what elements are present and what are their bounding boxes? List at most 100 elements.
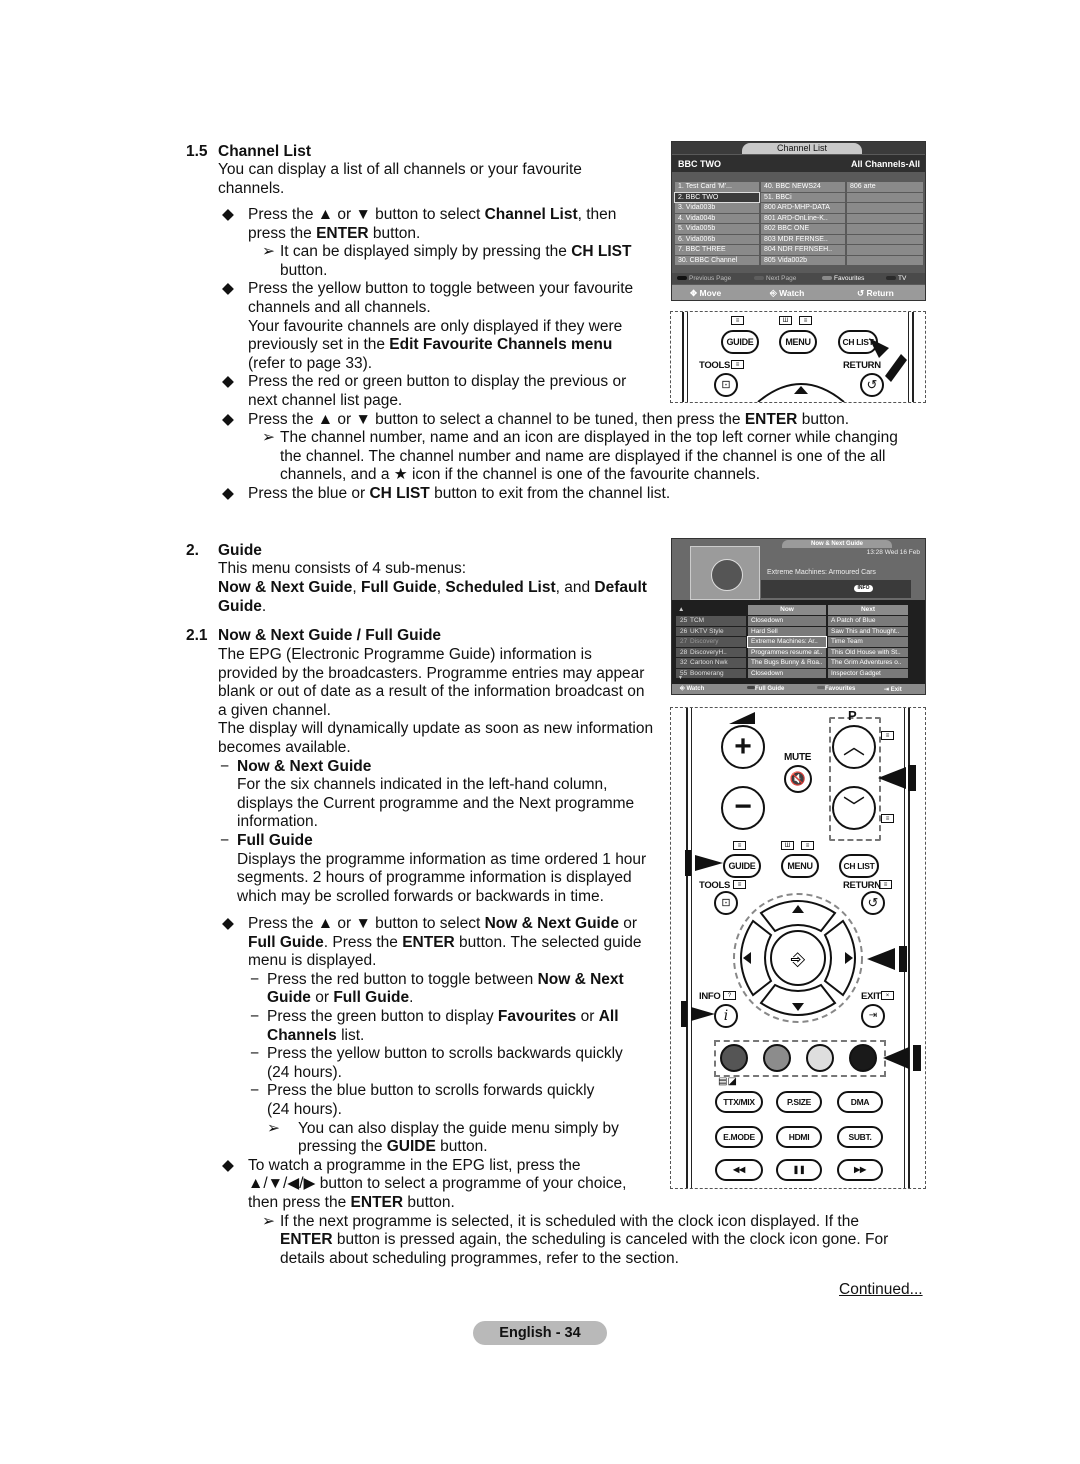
channel-number: 28	[680, 648, 688, 656]
up-arrow-button[interactable]	[756, 372, 846, 403]
menu-sub-icon: Ш	[779, 316, 792, 325]
now-programme[interactable]: Hard Sell	[748, 626, 826, 636]
channel-item[interactable]: 6. Vida006b	[675, 234, 759, 244]
next-programme[interactable]: Time Team	[828, 637, 908, 647]
guide-row[interactable]: 26 UKTV Style Hard Sell Saw This and Though…	[672, 626, 925, 636]
osd-header: BBC TWO All Channels-All	[672, 155, 925, 172]
instruction-line: (refer to page 33).	[248, 354, 373, 372]
guide-row[interactable]: 25 TCM Closedown A Patch of Blue	[672, 616, 925, 626]
channel-up-button[interactable]: ︿	[832, 725, 876, 769]
next-programme[interactable]: Inspector Gadget	[828, 668, 908, 678]
guide-row[interactable]: 32 Cartoon Nwk The Bugs Bunny & Roa.. The G…	[672, 658, 925, 668]
hdmi-button[interactable]: HDMI	[776, 1126, 822, 1148]
volume-icon	[729, 712, 755, 724]
menu-button[interactable]: MENU	[781, 854, 819, 878]
now-programme[interactable]: Closedown	[748, 616, 826, 626]
diamond-bullet-icon: ◆	[222, 1156, 234, 1174]
remote-control: + − MUTE 🔇 P ︿ ﹀ ≡ ≡ ≡ Ш ≡ GUIDE MENU CH…	[670, 707, 926, 1189]
menu-button[interactable]: MENU	[779, 330, 817, 354]
next-programme[interactable]: This Old House with St..	[828, 647, 908, 657]
channel-item[interactable]: 30. CBBC Channel	[675, 255, 759, 265]
channel-item[interactable]: 1. Test Card 'M'...	[675, 182, 759, 192]
guide-row[interactable]: 28 DiscoveryH.. Programmes resume at.. This…	[672, 647, 925, 657]
exit-button[interactable]: ⇥	[861, 1004, 885, 1028]
guide-row[interactable]: 27 Discovery Extreme Machines: Ar.. Time Te…	[672, 636, 925, 648]
guide-row[interactable]: 55 Boomerang Closedown Inspector Gadget	[672, 668, 925, 678]
now-next-description: For the six channels indicated in the le…	[237, 776, 608, 794]
exit-icon: ⇥	[868, 1010, 878, 1021]
full-guide-description: Displays the programme information as ti…	[237, 850, 647, 868]
directional-pad: ⎆	[733, 893, 863, 1023]
p-size-button[interactable]: P.SIZE	[776, 1091, 822, 1113]
next-programme[interactable]: Saw This and Thought..	[828, 626, 908, 636]
volume-down-button[interactable]: −	[721, 786, 765, 830]
dash-bullet-icon: −	[250, 1008, 260, 1025]
footer-favourites: Favourites	[817, 686, 855, 692]
epg-paragraph: blank or out of date as a result of the …	[218, 683, 645, 701]
channel-item[interactable]: 801 ARD-OnLine-K..	[761, 213, 845, 223]
rewind-button[interactable]: ◀◀	[715, 1159, 763, 1181]
channel-item[interactable]: 806 arte	[847, 182, 923, 192]
red-button[interactable]	[720, 1044, 748, 1072]
channel-item[interactable]: 804 NDR FERNSEH..	[761, 245, 845, 255]
ttx-mix-button[interactable]: TTX/MIX	[715, 1091, 763, 1113]
footer-exit: ⇥ Exit	[884, 686, 902, 693]
guide-button[interactable]: GUIDE	[721, 330, 759, 354]
dash-bullet-icon: −	[250, 1082, 260, 1100]
p-label: P	[848, 708, 857, 723]
channel-item[interactable]: 4. Vida004b	[675, 213, 759, 223]
volume-up-button[interactable]: +	[721, 725, 765, 769]
channel-item[interactable]: 2. BBC TWO	[674, 191, 760, 203]
programme-info-box: INFO	[761, 580, 911, 598]
diamond-bullet-icon: ◆	[222, 410, 234, 428]
legend-red: Previous Page	[677, 275, 731, 282]
channel-item[interactable]: 803 MDR FERNSE..	[761, 234, 845, 244]
pointer-arrow-icon	[681, 1001, 715, 1027]
channel-item[interactable]: 3. Vida003b	[675, 203, 759, 213]
channel-item[interactable]: 40. BBC NEWS24	[761, 182, 845, 192]
guide-button[interactable]: GUIDE	[723, 854, 761, 878]
pointer-arrow-icon	[685, 850, 723, 876]
now-programme[interactable]: Programmes resume at..	[748, 647, 826, 657]
fast-forward-button[interactable]: ▶▶	[837, 1159, 883, 1181]
now-programme[interactable]: The Bugs Bunny & Roa..	[748, 658, 826, 668]
now-programme[interactable]: Extreme Machines: Ar..	[747, 636, 827, 648]
channel-name: DiscoveryH..	[690, 648, 727, 656]
green-button[interactable]	[763, 1044, 791, 1072]
mute-button[interactable]: 🔇	[784, 765, 812, 793]
channel-cell: 55 Boomerang	[676, 668, 746, 678]
ch-list-button[interactable]: CH LIST	[839, 854, 879, 878]
subt-button[interactable]: SUBT.	[837, 1126, 883, 1148]
channel-item	[847, 245, 923, 255]
channel-down-button[interactable]: ﹀	[832, 786, 876, 830]
channel-cell: 28 DiscoveryH..	[676, 647, 746, 657]
dash-bullet-icon: −	[250, 970, 260, 988]
diamond-bullet-icon: ◆	[222, 206, 234, 223]
channel-item[interactable]: 7. BBC THREE	[675, 245, 759, 255]
pointer-arrow-icon	[883, 1045, 921, 1071]
scroll-up-icon: ▲	[678, 606, 685, 613]
section-number-2-1: 2.1	[186, 627, 208, 644]
channel-item[interactable]: 800 ARD-MHP-DATA	[761, 203, 845, 213]
next-programme[interactable]: A Patch of Blue	[828, 616, 908, 626]
continued-link[interactable]: Continued...	[839, 1281, 923, 1299]
next-programme[interactable]: The Grim Adventures o..	[828, 658, 908, 668]
now-programme[interactable]: Closedown	[748, 668, 826, 678]
note-arrow-icon: ➢	[267, 1119, 280, 1137]
teletext-mix-icon: ▤◪	[718, 1076, 737, 1087]
channel-item[interactable]: 805 Vida002b	[761, 255, 845, 265]
mute-label: MUTE	[784, 752, 812, 763]
dma-button[interactable]: DMA	[837, 1091, 883, 1113]
submenu-list: Guide.	[218, 598, 267, 615]
section-number-2: 2.	[186, 542, 199, 559]
tools-button[interactable]: ⊡	[714, 373, 738, 397]
blue-button[interactable]	[849, 1044, 877, 1072]
yellow-button[interactable]	[806, 1044, 834, 1072]
e-mode-button[interactable]: E.MODE	[715, 1126, 763, 1148]
channel-item[interactable]: 51. BBCi	[761, 192, 845, 202]
section-number-1-5: 1.5	[186, 143, 208, 160]
channel-item[interactable]: 5. Vida005b	[675, 224, 759, 234]
pause-button[interactable]: ❚❚	[776, 1159, 822, 1181]
channel-item[interactable]: 802 BBC ONE	[761, 224, 845, 234]
note-line: You can also display the guide menu simp…	[298, 1119, 619, 1137]
